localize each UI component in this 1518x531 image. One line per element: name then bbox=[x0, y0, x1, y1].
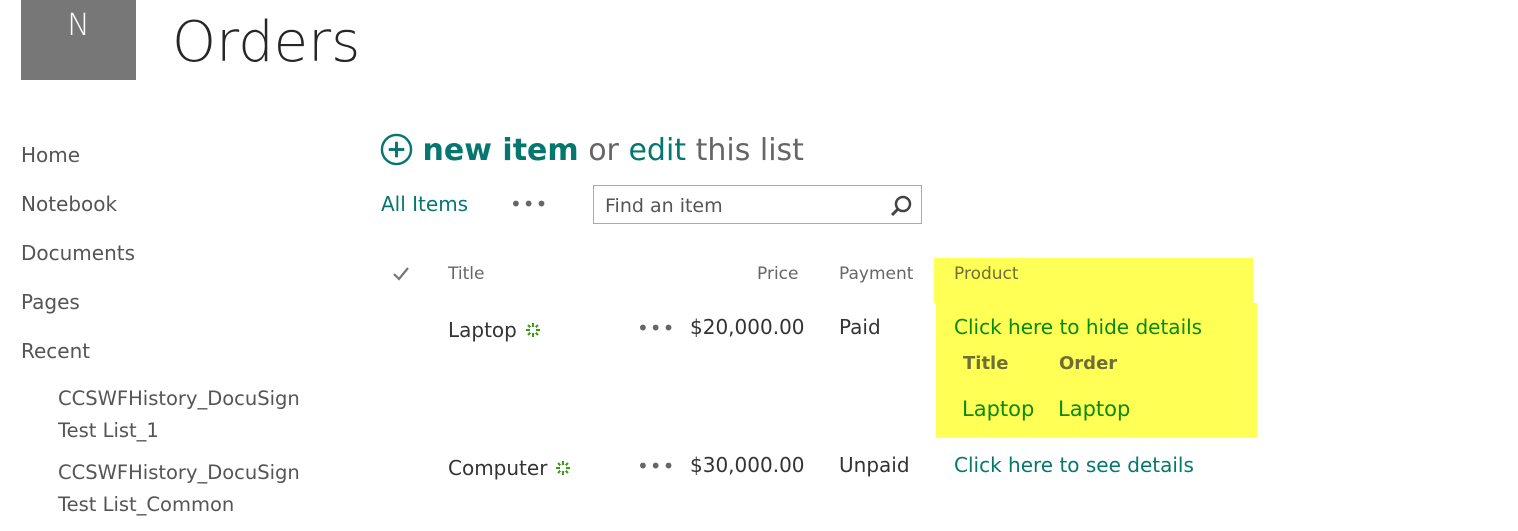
details-header-title: Title bbox=[963, 353, 1009, 374]
new-item-command: new item or edit this list bbox=[380, 133, 804, 168]
circle-plus-icon[interactable] bbox=[380, 133, 413, 166]
column-header-product[interactable]: Product bbox=[954, 264, 1019, 284]
row-price: $20,000.00 bbox=[690, 315, 805, 339]
row-title-link[interactable]: Computer bbox=[448, 456, 547, 480]
nav-item-notebook[interactable]: Notebook bbox=[21, 187, 311, 236]
view-all-items[interactable]: All Items bbox=[381, 192, 468, 216]
new-item-link[interactable]: new item bbox=[423, 133, 579, 168]
site-logo-letter: N bbox=[67, 8, 90, 43]
site-logo[interactable]: N bbox=[21, 0, 136, 80]
select-all-check-icon[interactable] bbox=[391, 264, 411, 284]
page-title[interactable]: Orders bbox=[172, 10, 360, 75]
row-price: $30,000.00 bbox=[690, 453, 805, 477]
search-box bbox=[593, 185, 922, 224]
quick-launch-nav: Home Notebook Documents Pages Recent CCS… bbox=[21, 138, 311, 531]
nav-recent-item[interactable]: CCSWFHistory_DocuSign Test List_1 bbox=[21, 383, 313, 447]
view-more-ellipsis[interactable]: ••• bbox=[510, 192, 548, 216]
details-header-order: Order bbox=[1059, 353, 1118, 374]
row-payment: Paid bbox=[839, 315, 881, 339]
nav-item-recent[interactable]: Recent bbox=[21, 334, 311, 383]
or-text: or bbox=[588, 133, 619, 168]
row-payment: Unpaid bbox=[839, 453, 910, 477]
nav-item-home[interactable]: Home bbox=[21, 138, 311, 187]
search-icon[interactable] bbox=[889, 194, 913, 218]
column-header-title[interactable]: Title bbox=[448, 264, 484, 284]
hide-details-link[interactable]: Click here to hide details bbox=[954, 315, 1202, 339]
this-list-text: this list bbox=[695, 133, 804, 168]
column-header-price[interactable]: Price bbox=[757, 264, 798, 284]
see-details-link[interactable]: Click here to see details bbox=[954, 453, 1194, 477]
new-item-icon bbox=[556, 461, 571, 475]
row-menu-ellipsis[interactable]: ••• bbox=[637, 454, 675, 478]
edit-list-link[interactable]: edit bbox=[628, 133, 686, 168]
nav-recent-item[interactable]: CCSWFHistory_DocuSign Test List_Common bbox=[21, 457, 313, 521]
nav-item-documents[interactable]: Documents bbox=[21, 236, 311, 285]
row-title-link[interactable]: Laptop bbox=[448, 318, 517, 342]
nav-item-pages[interactable]: Pages bbox=[21, 285, 311, 334]
new-item-icon bbox=[525, 323, 540, 337]
column-header-payment[interactable]: Payment bbox=[839, 264, 913, 284]
search-input[interactable] bbox=[603, 194, 877, 218]
details-value-title: Laptop bbox=[962, 397, 1035, 421]
details-value-order: Laptop bbox=[1058, 397, 1131, 421]
row-menu-ellipsis[interactable]: ••• bbox=[637, 316, 675, 340]
